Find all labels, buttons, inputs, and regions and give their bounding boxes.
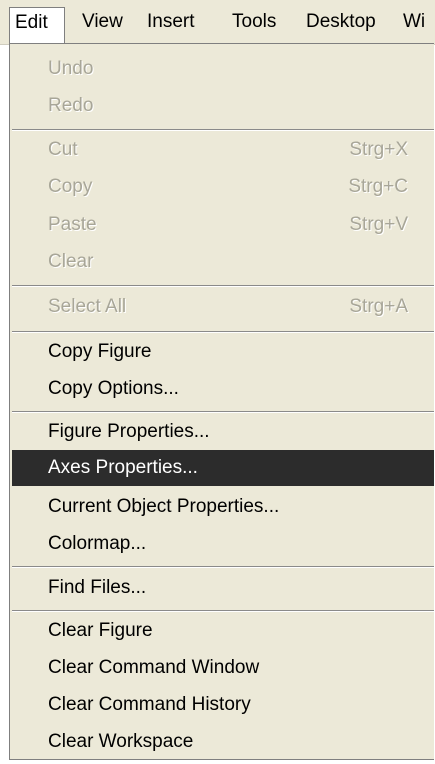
menu-separator [12, 610, 434, 612]
menu-bar: Edit View Insert Tools Desktop Wi [0, 0, 435, 45]
menu-tools[interactable]: Tools [232, 7, 276, 37]
menu-item-redo[interactable]: Redo [12, 88, 434, 124]
menu-item-find-files[interactable]: Find Files... [12, 570, 434, 606]
menu-item-axes-properties[interactable]: Axes Properties... [12, 450, 434, 486]
menu-insert[interactable]: Insert [147, 7, 195, 37]
menu-edit[interactable]: Edit [9, 7, 65, 44]
edit-menu-dropdown: Undo Redo Cut Strg+X Copy Strg+C Paste S… [9, 43, 434, 760]
menu-item-shortcut: Strg+X [349, 139, 408, 160]
menu-item-label: Undo [48, 58, 94, 79]
menu-item-label: Copy Figure [48, 341, 152, 362]
menu-item-label: Clear Command History [48, 694, 251, 715]
menu-item-clear-figure[interactable]: Clear Figure [12, 613, 434, 649]
menu-item-label: Find Files... [48, 577, 147, 598]
menu-item-label: Clear Figure [48, 620, 153, 641]
menu-item-colormap[interactable]: Colormap... [12, 526, 434, 562]
menu-item-undo[interactable]: Undo [12, 51, 434, 87]
menu-item-label: Select All [48, 296, 127, 317]
menu-separator [12, 566, 434, 568]
menu-item-clear[interactable]: Clear [12, 244, 434, 280]
menu-item-label: Clear Command Window [48, 657, 260, 678]
menu-item-label: Copy Options... [48, 378, 179, 399]
menu-item-current-object-properties[interactable]: Current Object Properties... [12, 489, 434, 525]
menu-item-clear-command-history[interactable]: Clear Command History [12, 687, 434, 723]
menu-item-clear-command-window[interactable]: Clear Command Window [12, 650, 434, 686]
menu-separator [12, 411, 434, 413]
menu-item-label: Clear Workspace [48, 731, 194, 752]
menu-item-cut[interactable]: Cut Strg+X [12, 132, 434, 168]
menu-item-shortcut: Strg+A [349, 296, 408, 317]
menu-item-select-all[interactable]: Select All Strg+A [12, 289, 434, 325]
menu-item-label: Redo [48, 95, 94, 116]
menu-item-label: Figure Properties... [48, 421, 210, 442]
menu-item-copy-figure[interactable]: Copy Figure [12, 334, 434, 370]
menu-desktop[interactable]: Desktop [306, 7, 376, 37]
menu-item-label: Axes Properties... [48, 457, 198, 478]
menu-item-shortcut: Strg+C [348, 176, 408, 197]
menu-item-paste[interactable]: Paste Strg+V [12, 207, 434, 243]
menu-item-label: Colormap... [48, 533, 147, 554]
menu-window[interactable]: Wi [403, 7, 425, 37]
menu-item-figure-properties[interactable]: Figure Properties... [12, 414, 434, 450]
menu-item-shortcut: Strg+V [349, 214, 408, 235]
menu-item-clear-workspace[interactable]: Clear Workspace [12, 724, 434, 760]
menu-item-copy[interactable]: Copy Strg+C [12, 169, 434, 205]
menu-item-label: Copy [48, 176, 93, 197]
menu-item-label: Clear [48, 251, 94, 272]
menu-item-copy-options[interactable]: Copy Options... [12, 371, 434, 407]
matlab-figure-window: Edit View Insert Tools Desktop Wi Undo R… [0, 0, 435, 764]
menu-item-label: Current Object Properties... [48, 496, 280, 517]
menu-item-label: Cut [48, 139, 78, 160]
menu-view[interactable]: View [82, 7, 123, 37]
menu-separator [12, 331, 434, 333]
menu-separator [12, 129, 434, 131]
menu-item-label: Paste [48, 214, 97, 235]
menu-separator [12, 285, 434, 287]
